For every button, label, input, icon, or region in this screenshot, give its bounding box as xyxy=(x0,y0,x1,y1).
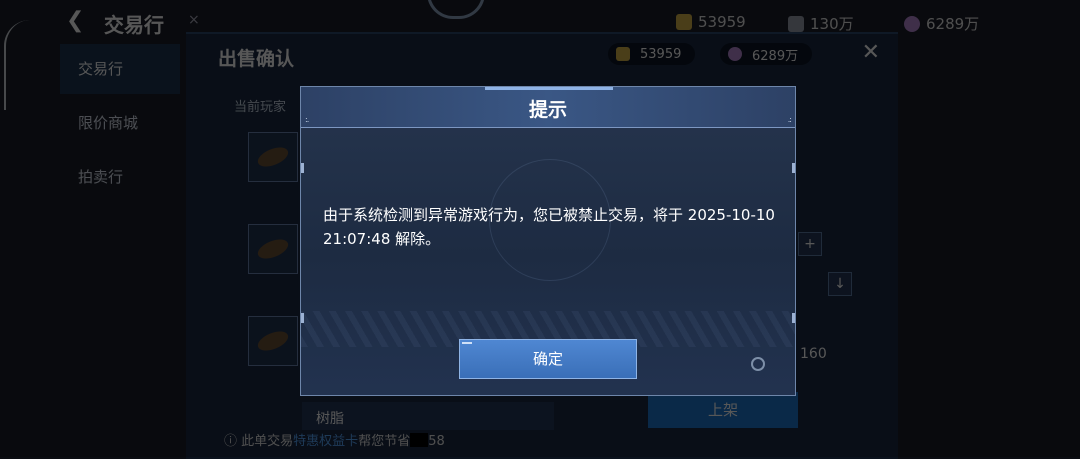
side-ornament xyxy=(792,163,795,173)
dialog-title: 提示 xyxy=(528,99,567,121)
search-icon xyxy=(751,357,765,371)
corner-ornament: .: xyxy=(787,115,792,124)
button-corner-ornament xyxy=(462,342,472,344)
confirm-button-label: 确定 xyxy=(532,350,563,368)
header-accent xyxy=(485,87,613,90)
dialog-message: 由于系统检测到异常游戏行为，您已被禁止交易，将于 2025-10-10 21:0… xyxy=(323,206,775,248)
confirm-button[interactable]: 确定 xyxy=(459,339,637,379)
notice-dialog: 提示 :. .: 由于系统检测到异常游戏行为，您已被禁止交易，将于 2025-1… xyxy=(300,86,796,396)
dialog-header: 提示 xyxy=(301,87,795,128)
side-ornament xyxy=(301,163,304,173)
corner-ornament: :. xyxy=(305,115,309,124)
